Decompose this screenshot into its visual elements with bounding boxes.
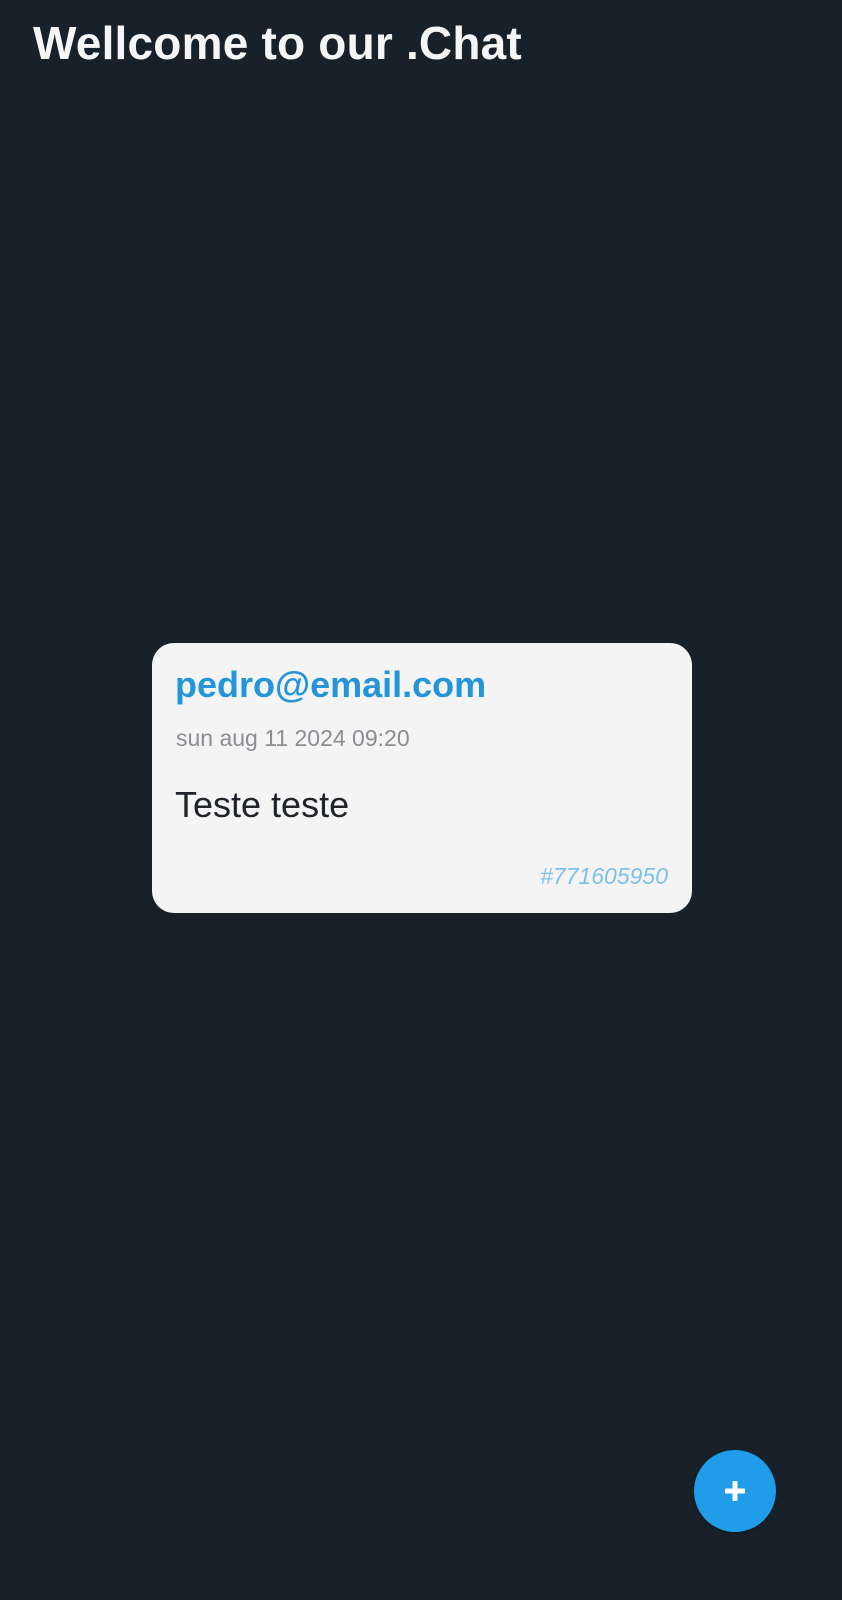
- plus-icon: [725, 1481, 745, 1501]
- message-sender: pedro@email.com: [175, 664, 487, 705]
- message-timestamp: sun aug 11 2024 09:20: [176, 725, 410, 751]
- page-title: Wellcome to our .Chat: [33, 17, 522, 69]
- add-message-button[interactable]: [694, 1450, 776, 1532]
- message-text: Teste teste: [175, 784, 350, 825]
- message-id: #771605950: [540, 863, 668, 889]
- message-card[interactable]: pedro@email.com sun aug 11 2024 09:20 Te…: [152, 643, 692, 913]
